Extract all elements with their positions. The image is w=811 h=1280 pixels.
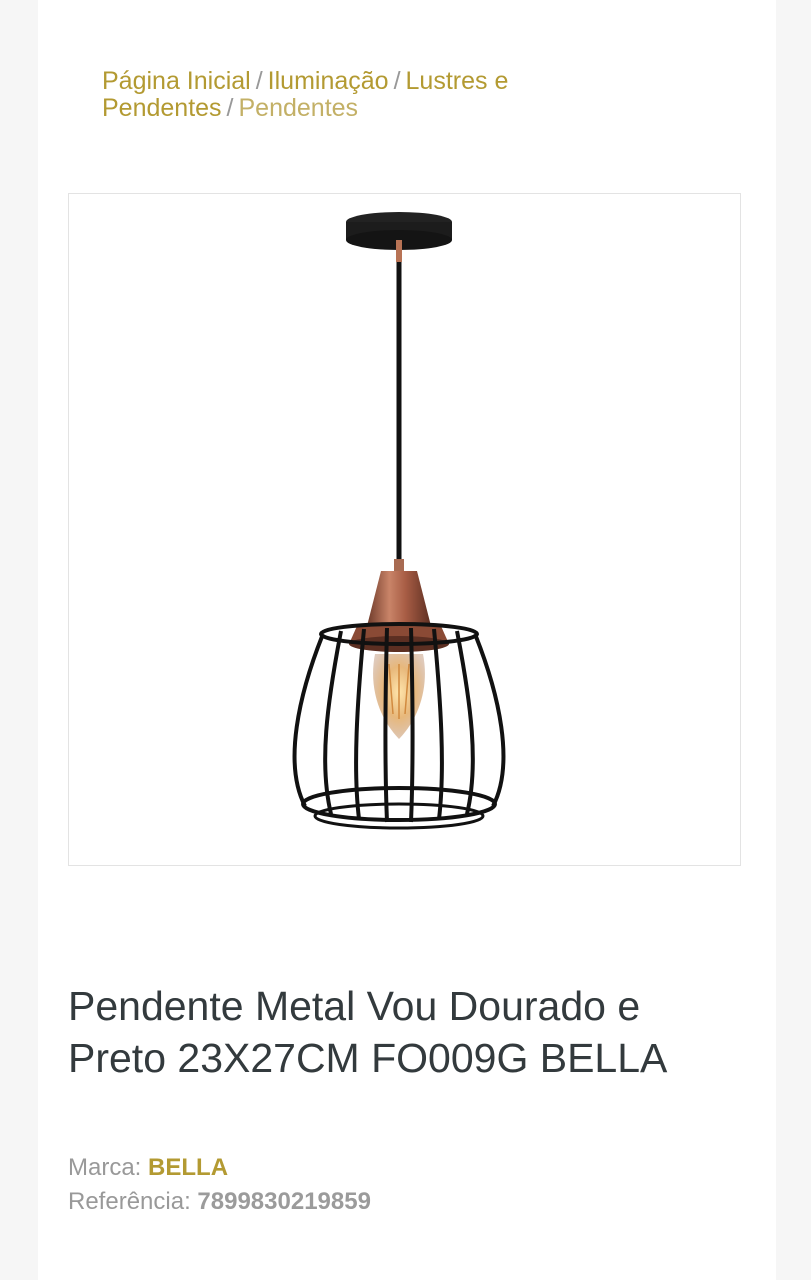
reference-label: Referência: bbox=[68, 1188, 191, 1215]
breadcrumb-iluminacao-link[interactable]: Iluminação bbox=[268, 67, 389, 95]
product-brand: Marca: BELLA bbox=[68, 1153, 668, 1183]
product-reference: Referência: 7899830219859 bbox=[68, 1187, 668, 1217]
product-title-line-2: Preto 23X27CM FO009G BELLA bbox=[68, 1035, 668, 1081]
reference-value: 7899830219859 bbox=[197, 1188, 371, 1215]
breadcrumb-current-pendentes: Pendentes bbox=[238, 94, 359, 122]
breadcrumb: Página Inicial / Iluminação / Lustres e Pend… bbox=[102, 68, 622, 122]
pendant-lamp-image bbox=[292, 212, 506, 830]
product-title: Pendente Metal Vou Dourado e Preto 23X27… bbox=[68, 980, 758, 1084]
breadcrumb-home-link[interactable]: Página Inicial bbox=[102, 67, 251, 95]
breadcrumb-separator: / bbox=[255, 67, 263, 95]
brand-link[interactable]: BELLA bbox=[148, 1154, 228, 1181]
product-title-line-1: Pendente Metal Vou Dourado e bbox=[68, 983, 641, 1029]
product-image[interactable] bbox=[68, 193, 741, 866]
breadcrumb-separator: / bbox=[226, 94, 234, 122]
brand-label: Marca: bbox=[68, 1154, 142, 1181]
breadcrumb-separator: / bbox=[393, 67, 401, 95]
